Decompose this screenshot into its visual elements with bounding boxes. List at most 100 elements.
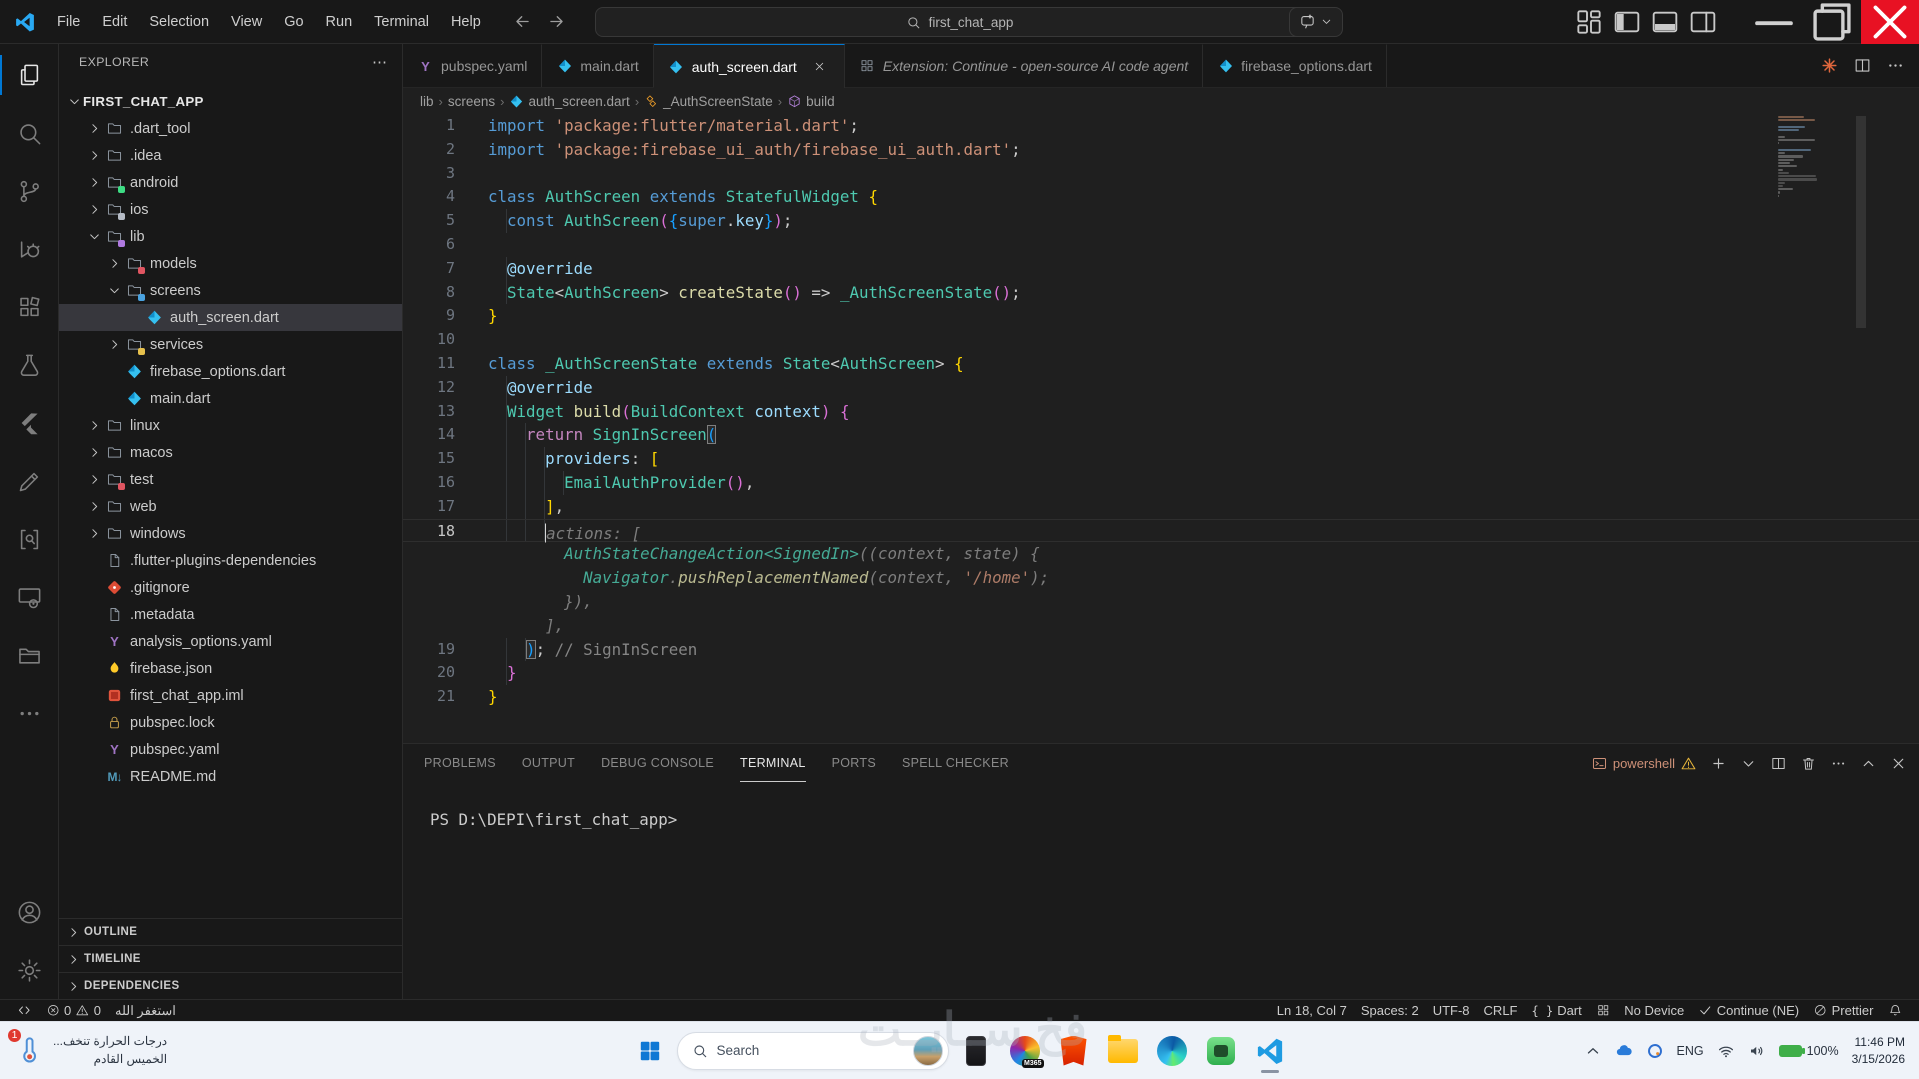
taskbar-app-dark-app[interactable] xyxy=(954,1027,998,1075)
tab-main.dart[interactable]: main.dart xyxy=(542,44,654,87)
tree-item-services[interactable]: services xyxy=(59,331,402,358)
status-custom-text[interactable]: استغفر الله xyxy=(108,1000,183,1021)
split-editor-icon[interactable] xyxy=(1853,56,1872,75)
tree-item-ios[interactable]: ios xyxy=(59,196,402,223)
tree-item-pubspec.lock[interactable]: pubspec.lock xyxy=(59,709,402,736)
tree-item-.metadata[interactable]: .metadata xyxy=(59,601,402,628)
hidden-icons-chevron-icon[interactable] xyxy=(1584,1042,1602,1060)
tree-item-linux[interactable]: linux xyxy=(59,412,402,439)
activity-extensions[interactable] xyxy=(0,278,58,336)
code-line[interactable]: 3 xyxy=(403,162,1919,186)
battery-indicator[interactable]: 100% xyxy=(1778,1044,1839,1058)
status-continue-extension[interactable]: Continue (NE) xyxy=(1691,1000,1806,1021)
status-problems[interactable]: 00 xyxy=(39,1000,108,1021)
flutter-hot-reload-icon[interactable] xyxy=(1820,56,1839,75)
status-layout[interactable] xyxy=(1589,1000,1618,1021)
status-flutter-device[interactable]: No Device xyxy=(1617,1000,1691,1021)
language-indicator[interactable]: ENG xyxy=(1677,1044,1704,1058)
code-line[interactable]: 14 return SignInScreen( xyxy=(403,423,1919,448)
sidebar-more-icon[interactable]: ⋯ xyxy=(372,53,388,71)
code-line[interactable]: 4 class AuthScreen extends StatefulWidget… xyxy=(403,185,1919,209)
code-line[interactable]: 17 ], xyxy=(403,494,1919,519)
code-line[interactable]: 10 xyxy=(403,328,1919,352)
activity-run-debug[interactable] xyxy=(0,220,58,278)
tree-item-README.md[interactable]: M↓ README.md xyxy=(59,763,402,790)
activity-source-control[interactable] xyxy=(0,162,58,220)
taskbar-app-android-app[interactable] xyxy=(1199,1027,1243,1075)
activity-search[interactable] xyxy=(0,104,58,162)
activity-more[interactable] xyxy=(0,684,58,742)
menu-help[interactable]: Help xyxy=(440,8,492,36)
tree-item-.gitignore[interactable]: .gitignore xyxy=(59,574,402,601)
wifi-icon[interactable] xyxy=(1717,1042,1735,1060)
tab-Extension: Continue - open-source AI code agent[interactable]: Extension: Continue - open-source AI cod… xyxy=(844,44,1204,87)
tree-item-pubspec.yaml[interactable]: Ypubspec.yaml xyxy=(59,736,402,763)
tree-item-firebase_options.dart[interactable]: firebase_options.dart xyxy=(59,358,402,385)
menu-file[interactable]: File xyxy=(46,8,91,36)
code-line[interactable]: }), xyxy=(403,590,1919,614)
status-prettier[interactable]: Prettier xyxy=(1806,1000,1880,1021)
tree-item-.idea[interactable]: .idea xyxy=(59,142,402,169)
tree-item-main.dart[interactable]: main.dart xyxy=(59,385,402,412)
tray-app-icon[interactable] xyxy=(1646,1042,1664,1060)
taskbar-app-vscode[interactable] xyxy=(1248,1027,1292,1075)
back-icon[interactable] xyxy=(508,7,538,37)
status-indentation[interactable]: Spaces: 2 xyxy=(1354,1000,1426,1021)
crumb-_AuthScreenState[interactable]: _AuthScreenState xyxy=(644,94,773,109)
panel-plus-icon[interactable] xyxy=(1710,755,1727,772)
code-line[interactable]: 13 Widget build(BuildContext context) { xyxy=(403,399,1919,424)
status-language-mode[interactable]: { } Dart xyxy=(1525,1000,1589,1021)
restore-button[interactable] xyxy=(1803,0,1861,44)
menu-selection[interactable]: Selection xyxy=(138,8,220,36)
code-line[interactable]: 20 } xyxy=(403,661,1919,686)
command-center-search[interactable]: first_chat_app xyxy=(594,7,1325,37)
status-cursor-position[interactable]: Ln 18, Col 7 xyxy=(1270,1000,1354,1021)
panel-tab-output[interactable]: OUTPUT xyxy=(522,744,575,782)
code-line[interactable]: 11 class _AuthScreenState extends State<A… xyxy=(403,352,1919,376)
terminal-output[interactable]: PS D:\DEPI\first_chat_app> xyxy=(403,782,1919,829)
breadcrumb[interactable]: lib › screens › auth_screen.dart › _AuthScreen… xyxy=(403,88,1919,114)
code-line[interactable]: 7 @override xyxy=(403,256,1919,281)
panel-trash-icon[interactable] xyxy=(1800,755,1817,772)
panel-tab-debug-console[interactable]: DEBUG CONSOLE xyxy=(601,744,714,782)
taskbar-app-file-explorer[interactable] xyxy=(1101,1027,1145,1075)
close-tab-icon[interactable] xyxy=(810,57,830,77)
code-line[interactable]: 9} xyxy=(403,304,1919,328)
activity-edit-pencil[interactable] xyxy=(0,452,58,510)
panel-split-editor-icon[interactable] xyxy=(1770,755,1787,772)
activity-testing[interactable] xyxy=(0,336,58,394)
tree-item-web[interactable]: web xyxy=(59,493,402,520)
panel-chevron-down-icon[interactable] xyxy=(1740,755,1757,772)
minimize-button[interactable] xyxy=(1745,0,1803,44)
layout-sidebar-right-icon[interactable] xyxy=(1687,6,1719,38)
minimap[interactable] xyxy=(1778,116,1834,198)
code-line[interactable]: Navigator.pushReplacementNamed(context, … xyxy=(403,566,1919,590)
layout-grid-icon[interactable] xyxy=(1573,6,1605,38)
tree-item-models[interactable]: models xyxy=(59,250,402,277)
layout-sidebar-left-icon[interactable] xyxy=(1611,6,1643,38)
tree-root[interactable]: FIRST_CHAT_APP xyxy=(59,88,402,115)
panel-tab-ports[interactable]: PORTS xyxy=(832,744,876,782)
panel-more-icon[interactable] xyxy=(1830,755,1847,772)
section-timeline[interactable]: TIMELINE xyxy=(59,945,402,972)
onedrive-icon[interactable] xyxy=(1615,1042,1633,1060)
tree-item-test[interactable]: test xyxy=(59,466,402,493)
code-line[interactable]: 8 State<AuthScreen> createState() => _Au… xyxy=(403,280,1919,305)
code-line[interactable]: AuthStateChangeAction<SignedIn>((context… xyxy=(403,542,1919,566)
section-outline[interactable]: OUTLINE xyxy=(59,918,402,945)
volume-icon[interactable] xyxy=(1748,1042,1766,1060)
layout-panel-icon[interactable] xyxy=(1649,6,1681,38)
tree-item-auth_screen.dart[interactable]: auth_screen.dart xyxy=(59,304,402,331)
crumb-screens[interactable]: screens xyxy=(448,94,495,109)
panel-close-icon[interactable] xyxy=(1890,755,1907,772)
weather-widget[interactable]: 1 درجات الحرارة تنخف... الخميس القادم xyxy=(0,1022,181,1079)
close-button[interactable] xyxy=(1861,0,1919,44)
tree-item-first_chat_app.iml[interactable]: first_chat_app.iml xyxy=(59,682,402,709)
tree-item-.dart_tool[interactable]: .dart_tool xyxy=(59,115,402,142)
menu-view[interactable]: View xyxy=(220,8,273,36)
taskbar-search[interactable]: Search xyxy=(676,1031,949,1070)
copilot-button[interactable] xyxy=(1289,6,1343,37)
panel-tab-terminal[interactable]: TERMINAL xyxy=(740,744,806,782)
start-button[interactable] xyxy=(628,1027,672,1075)
code-line[interactable]: 16 EmailAuthProvider(), xyxy=(403,470,1919,495)
